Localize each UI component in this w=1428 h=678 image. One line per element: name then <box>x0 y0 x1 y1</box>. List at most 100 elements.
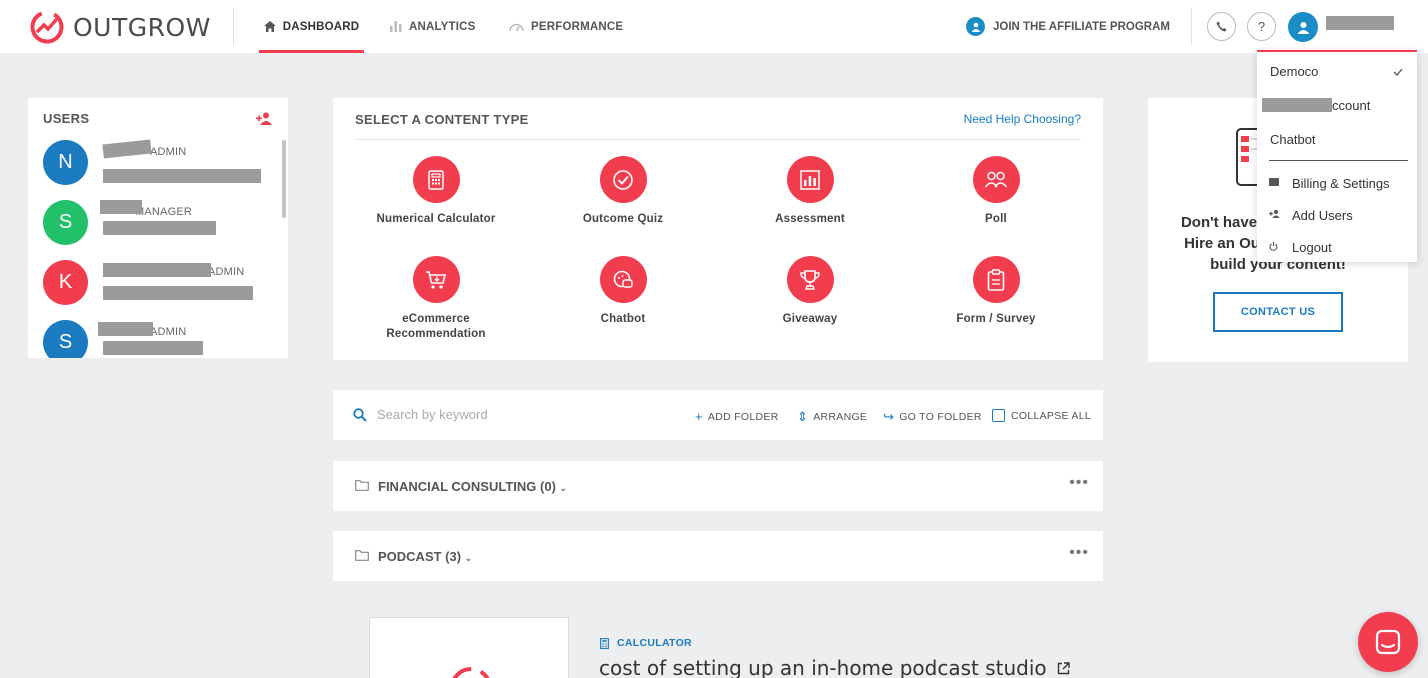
dropdown-divider <box>1269 160 1408 161</box>
collapse-all-label: COLLAPSE ALL <box>1011 409 1092 422</box>
account-item-2[interactable]: ccount <box>1332 98 1370 113</box>
users-title: USERS <box>43 111 90 126</box>
redacted-email <box>103 341 203 355</box>
outgrow-logo[interactable]: OUTGROW <box>29 10 211 44</box>
account-item-chatbot[interactable]: Chatbot <box>1270 132 1316 147</box>
arrange-button[interactable]: ⇕ ARRANGE <box>797 409 867 425</box>
content-type-panel: SELECT A CONTENT TYPE Need Help Choosing… <box>333 98 1103 360</box>
avatar: S <box>43 200 88 245</box>
content-type-calculator[interactable]: Numerical Calculator <box>356 156 516 227</box>
project-thumbnail[interactable] <box>369 617 569 678</box>
arrange-label: ARRANGE <box>813 411 868 423</box>
redacted-name <box>100 200 142 214</box>
nav-analytics[interactable]: ANALYTICS <box>390 0 476 53</box>
avatar: K <box>43 260 88 305</box>
nav-performance-label: PERFORMANCE <box>531 20 624 33</box>
add-folder-button[interactable]: + ADD FOLDER <box>695 409 779 424</box>
add-user-icon <box>1269 210 1292 221</box>
home-icon <box>263 21 276 32</box>
phone-button[interactable] <box>1207 12 1236 41</box>
content-type-label: Poll <box>985 213 1007 225</box>
content-type-label: Outcome Quiz <box>582 213 664 225</box>
nav-dashboard[interactable]: DASHBOARD <box>259 0 364 53</box>
collapse-all-checkbox[interactable]: COLLAPSE ALL <box>992 409 1091 422</box>
folder-icon <box>355 480 369 491</box>
content-type-giveaway[interactable]: Giveaway <box>730 256 890 327</box>
avatar: S <box>43 320 88 358</box>
content-type-form-survey[interactable]: Form / Survey <box>916 256 1076 327</box>
add-users-label: Add Users <box>1292 208 1353 223</box>
account-item-democo[interactable]: Democo <box>1270 64 1318 79</box>
content-type-label: Assessment <box>775 213 845 225</box>
content-type-outcome-quiz[interactable]: Outcome Quiz <box>543 156 703 227</box>
users-panel: USERS N ADMIN S MANAGER K ADMIN S ADMIN <box>28 98 288 358</box>
more-options-icon[interactable]: ••• <box>1069 474 1089 492</box>
checkmark-icon <box>1393 68 1403 76</box>
content-type-chatbot[interactable]: Chatbot <box>543 256 703 327</box>
account-dropdown: Democo ccount Chatbot Billing & Settings… <box>1257 50 1417 262</box>
checkbox-icon <box>992 409 1005 422</box>
user-role: ADMIN <box>150 326 187 338</box>
folder-title: FINANCIAL CONSULTING (0) ⌄ <box>378 479 567 494</box>
avatar: N <box>43 140 88 185</box>
divider <box>233 8 234 45</box>
user-role: ADMIN <box>208 266 245 278</box>
divider <box>1191 8 1192 45</box>
folder-financial-consulting[interactable]: FINANCIAL CONSULTING (0) ⌄ ••• <box>333 461 1103 511</box>
redacted-name <box>102 139 152 159</box>
chat-launcher-button[interactable] <box>1358 612 1418 672</box>
content-type-ecommerce[interactable]: eCommerce Recommendation <box>356 256 516 342</box>
content-type-label: eCommerce Recommendation <box>386 313 486 340</box>
user-icon <box>1297 21 1309 34</box>
content-type-label: Numerical Calculator <box>376 213 496 225</box>
add-user-icon[interactable] <box>256 112 273 125</box>
project-title[interactable]: cost of setting up an in-home podcast st… <box>599 656 1070 678</box>
content-type-poll[interactable]: Poll <box>916 156 1076 227</box>
user-row[interactable]: N ADMIN <box>43 139 283 190</box>
content-type-label: Chatbot <box>600 313 646 325</box>
search-input[interactable]: Search by keyword <box>377 407 488 422</box>
cart-icon <box>412 256 460 303</box>
redacted-name <box>98 322 153 336</box>
help-choosing-link[interactable]: Need Help Choosing? <box>964 112 1081 126</box>
user-role: ADMIN <box>150 146 187 158</box>
clipboard-icon <box>972 256 1020 303</box>
chat-icon <box>1375 629 1401 655</box>
people-icon <box>972 156 1020 203</box>
billing-icon <box>1269 178 1292 189</box>
billing-settings-item[interactable]: Billing & Settings <box>1269 176 1390 191</box>
account-avatar-button[interactable] <box>1288 12 1318 42</box>
redacted-email <box>103 169 261 183</box>
chat-icon <box>599 256 647 303</box>
content-type-assessment[interactable]: Assessment <box>730 156 890 227</box>
user-row[interactable]: S ADMIN <box>43 320 283 358</box>
redacted-username <box>1326 16 1394 30</box>
go-to-folder-button[interactable]: ↪ GO TO FOLDER <box>883 409 982 425</box>
folder-title: PODCAST (3) ⌄ <box>378 549 472 564</box>
top-navbar: OUTGROW DASHBOARD ANALYTICS PERFORMANCE … <box>0 0 1428 53</box>
more-options-icon[interactable]: ••• <box>1069 544 1089 562</box>
user-row[interactable]: S MANAGER <box>43 200 283 250</box>
users-scrollbar[interactable] <box>282 140 286 218</box>
logout-label: Logout <box>1292 240 1332 255</box>
power-icon <box>1269 241 1292 254</box>
help-button[interactable]: ? <box>1247 12 1276 41</box>
contact-us-button[interactable]: CONTACT US <box>1213 292 1343 332</box>
bar-chart-icon <box>390 21 402 32</box>
content-type-label: Giveaway <box>782 313 838 325</box>
folder-podcast[interactable]: PODCAST (3) ⌄ ••• <box>333 531 1103 581</box>
folder-title-text: FINANCIAL CONSULTING (0) <box>378 479 556 494</box>
logout-item[interactable]: Logout <box>1269 240 1332 255</box>
nav-performance[interactable]: PERFORMANCE <box>509 0 623 53</box>
add-users-item[interactable]: Add Users <box>1269 208 1353 223</box>
gauge-icon <box>509 23 524 32</box>
people-icon <box>966 17 985 36</box>
chevron-down-icon: ⌄ <box>464 553 473 563</box>
external-link-icon[interactable] <box>1057 662 1070 675</box>
redacted-email <box>103 286 253 300</box>
check-circle-icon <box>599 156 647 203</box>
brand-name: OUTGROW <box>73 12 211 42</box>
user-row[interactable]: K ADMIN <box>43 260 283 310</box>
search-icon <box>353 408 367 422</box>
affiliate-link[interactable]: JOIN THE AFFILIATE PROGRAM <box>966 17 1170 36</box>
